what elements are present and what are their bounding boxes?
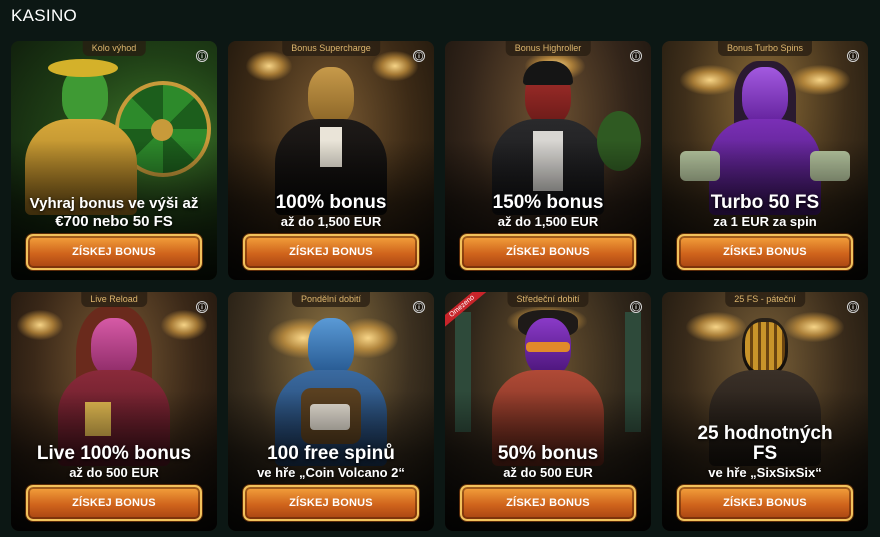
promo-headline: 100 free spinů [267,443,395,464]
promo-card[interactable]: Bonus Supercharge ⓘ 100% bonus až do 1,5… [228,41,434,280]
promo-text: 25 hodnotných FS ve hře „SixSixSix“ [668,424,862,481]
promo-card[interactable]: Pondělní dobití ⓘ 100 free spinů ve hře … [228,292,434,531]
promo-subline: ve hře „Coin Volcano 2“ [257,465,405,480]
promo-subline: až do 500 EUR [69,465,159,480]
info-icon[interactable]: ⓘ [847,50,859,62]
promo-text: Turbo 50 FS za 1 EUR za spin [668,193,862,230]
promo-text: Vyhraj bonus ve výši až €700 nebo 50 FS [17,195,211,230]
get-bonus-button[interactable]: ZÍSKEJ BONUS [243,485,419,521]
promo-subline: až do 1,500 EUR [280,214,382,229]
promo-text: 100% bonus až do 1,500 EUR [234,193,428,230]
promo-card[interactable]: 25 FS - páteční ⓘ 25 hodnotných FS ve hř… [662,292,868,531]
section-title: KASINO [11,6,78,25]
promo-subline: až do 1,500 EUR [497,214,599,229]
promo-text: Live 100% bonus až do 500 EUR [17,444,211,481]
info-icon[interactable]: ⓘ [847,301,859,313]
info-icon[interactable]: ⓘ [413,50,425,62]
promo-card[interactable]: Bonus Turbo Spins ⓘ Turbo 50 FS za 1 EUR… [662,41,868,280]
promo-headline: 25 hodnotných FS [697,423,833,464]
promo-tag: Bonus Supercharge [282,41,380,56]
promo-tag: Středeční dobití [507,292,589,307]
promo-tag: Pondělní dobití [291,292,371,307]
promo-headline: Turbo 50 FS [710,192,820,213]
promo-tag: Kolo výhod [82,41,146,56]
get-bonus-button[interactable]: ZÍSKEJ BONUS [460,234,636,270]
promo-subline: až do 500 EUR [503,465,593,480]
promo-headline: 50% bonus [497,443,599,464]
get-bonus-button[interactable]: ZÍSKEJ BONUS [26,234,202,270]
promo-headline: Vyhraj bonus ve výši až [29,195,199,212]
get-bonus-button[interactable]: ZÍSKEJ BONUS [677,485,853,521]
info-icon[interactable]: ⓘ [413,301,425,313]
promo-card[interactable]: Bonus Highroller ⓘ 150% bonus až do 1,50… [445,41,651,280]
promo-text: 100 free spinů ve hře „Coin Volcano 2“ [234,444,428,481]
promo-headline: 100% bonus [275,192,387,213]
promo-card[interactable]: Kolo výhod ⓘ Vyhraj bonus ve výši až €70… [11,41,217,280]
promo-tag: Live Reload [81,292,147,307]
promo-subline: €700 nebo 50 FS [55,213,173,230]
promo-headline: 150% bonus [492,192,604,213]
info-icon[interactable]: ⓘ [196,50,208,62]
promo-headline: Live 100% bonus [36,443,192,464]
info-icon[interactable]: ⓘ [630,50,642,62]
promo-text: 50% bonus až do 500 EUR [451,444,645,481]
promo-tag: Bonus Highroller [505,41,591,56]
get-bonus-button[interactable]: ZÍSKEJ BONUS [243,234,419,270]
promo-subline: ve hře „SixSixSix“ [708,465,822,480]
promo-card[interactable]: Live Reload ⓘ Live 100% bonus až do 500 … [11,292,217,531]
promo-tag: Bonus Turbo Spins [717,41,813,56]
promo-subline: za 1 EUR za spin [713,214,817,229]
get-bonus-button[interactable]: ZÍSKEJ BONUS [26,485,202,521]
promo-card[interactable]: Omezeno Středeční dobití ⓘ 50% bonus až … [445,292,651,531]
get-bonus-button[interactable]: ZÍSKEJ BONUS [677,234,853,270]
promo-text: 150% bonus až do 1,500 EUR [451,193,645,230]
promo-tag: 25 FS - páteční [725,292,805,307]
promo-grid: Kolo výhod ⓘ Vyhraj bonus ve výši až €70… [11,41,868,531]
get-bonus-button[interactable]: ZÍSKEJ BONUS [460,485,636,521]
info-icon[interactable]: ⓘ [630,301,642,313]
info-icon[interactable]: ⓘ [196,301,208,313]
